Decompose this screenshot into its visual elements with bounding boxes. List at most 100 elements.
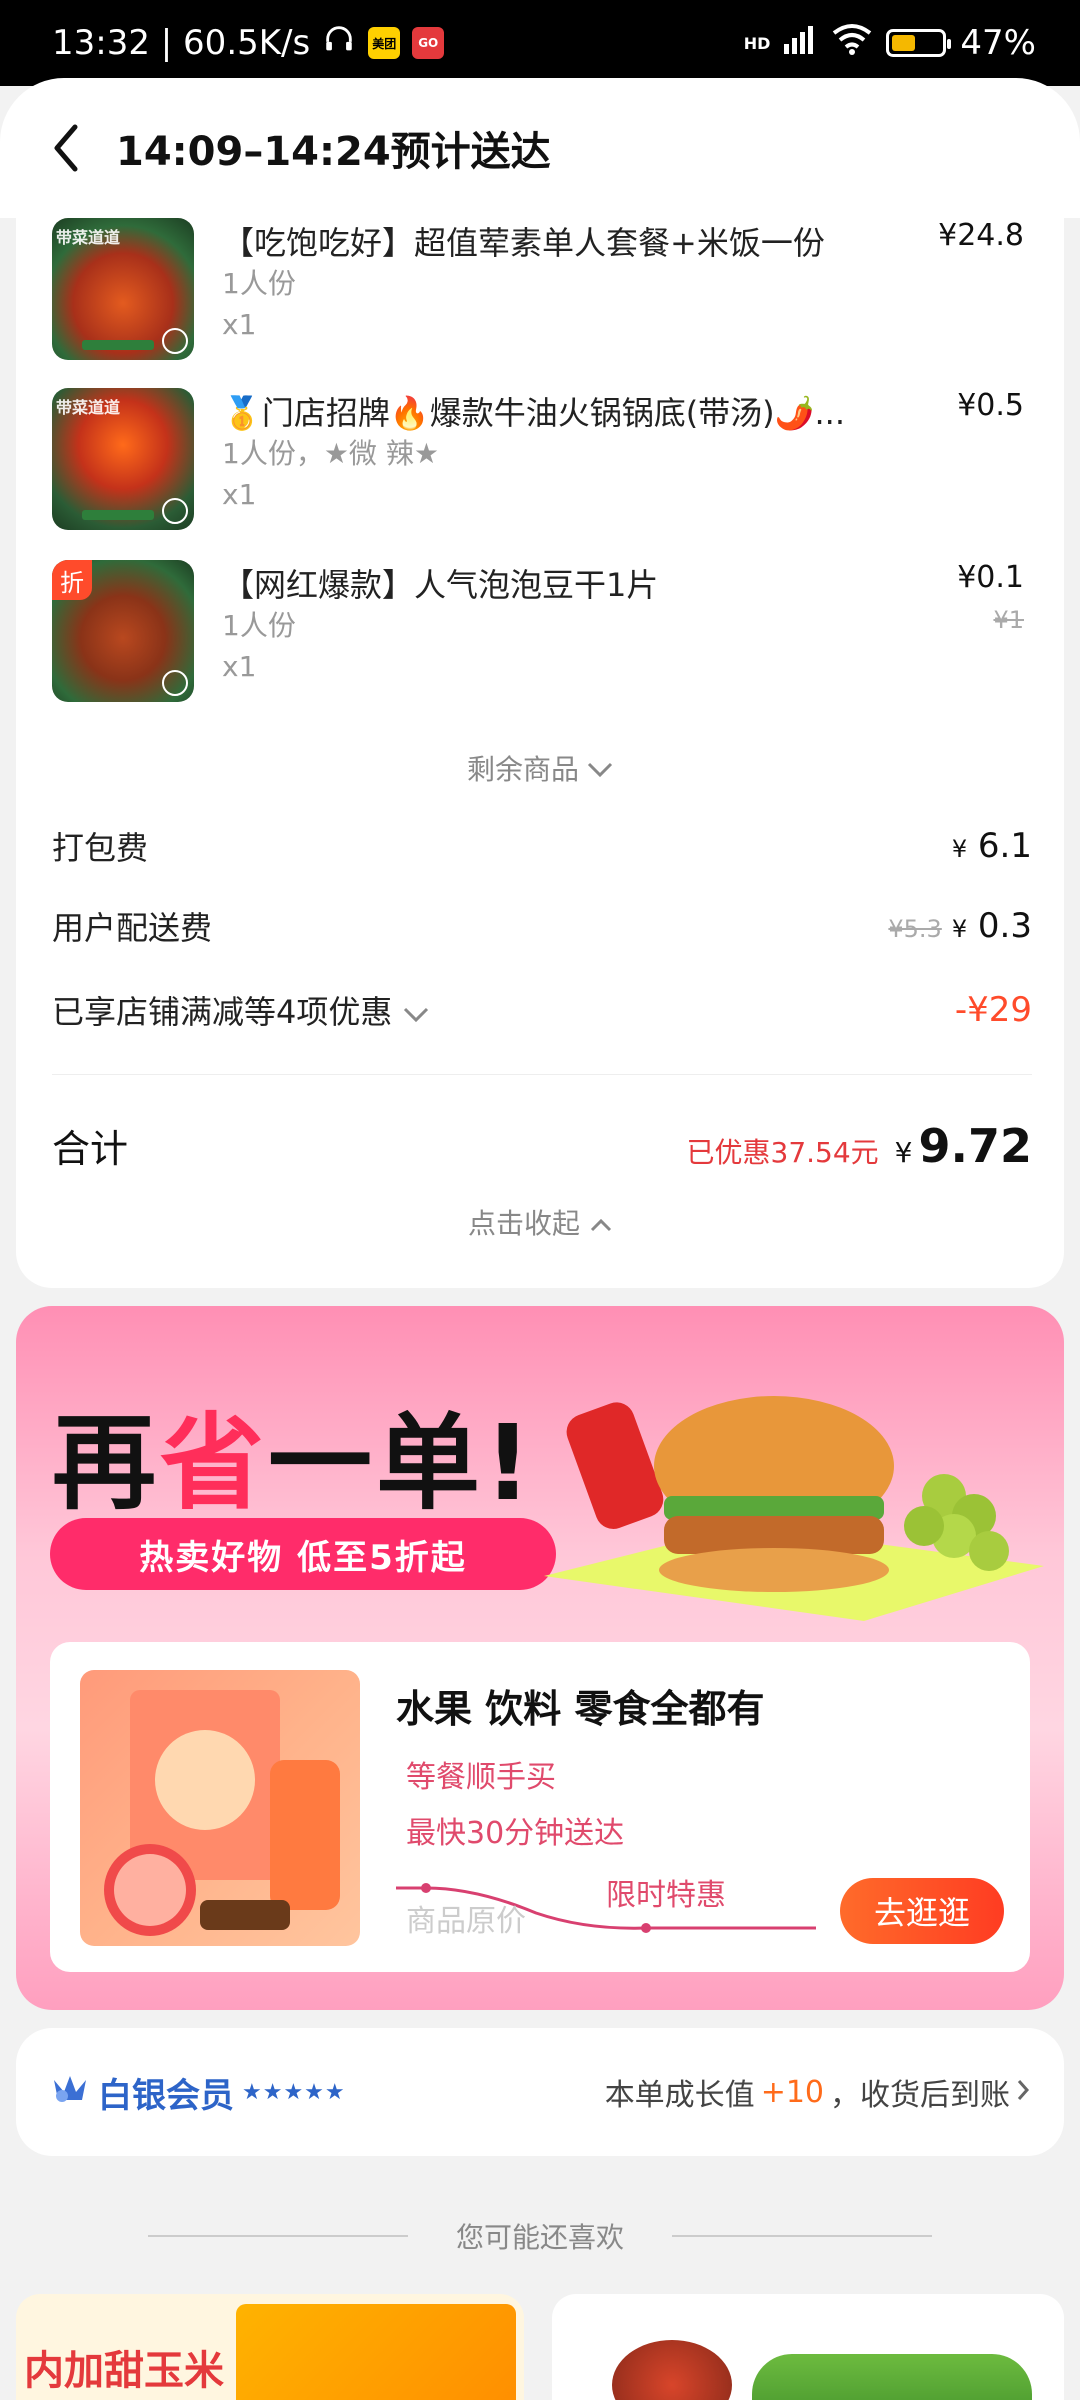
item-price: ¥0.5	[957, 388, 1024, 423]
divider	[147, 2235, 408, 2237]
item-name: 【吃饱吃好】超值荤素单人套餐+米饭一份	[222, 224, 825, 262]
chevron-right-icon	[1016, 2075, 1030, 2110]
thumb-logo	[162, 670, 188, 696]
item-price: ¥0.1	[957, 560, 1024, 595]
promo-banner[interactable]: 再省一单! 热卖好物 低至5折起 水果 饮料 零食全都有 等餐顺手买 最快30分…	[16, 1306, 1064, 2010]
recommendation-card-image	[752, 2354, 1032, 2400]
order-detail-card: 带菜道道 【吃饱吃好】超值荤素单人套餐+米饭一份 1人份 x1 ¥24.8 带菜…	[16, 218, 1064, 1288]
thumb-logo	[162, 328, 188, 354]
item-name: 🥇门店招牌🔥爆款牛油火锅锅底(带汤)🌶️...	[222, 394, 846, 432]
packing-fee-amount: 6.1	[977, 826, 1032, 866]
remaining-items-toggle[interactable]: 剩余商品	[16, 748, 1064, 788]
promo-title-pre: 再	[52, 1402, 161, 1524]
burger-drink-illustration	[544, 1396, 1044, 1621]
item-spec: 1人份，★微 辣★	[222, 437, 439, 470]
headphone-icon	[322, 22, 356, 65]
item-price: ¥24.8	[938, 218, 1024, 253]
recommendation-card[interactable]: 内加甜玉米	[16, 2294, 524, 2400]
thumb-tag: 带菜道道	[56, 228, 121, 247]
discount-row[interactable]: 已享店铺满减等4项优惠 -¥29	[52, 986, 1032, 1034]
meituan-app-icon: 美团	[368, 27, 401, 59]
order-item[interactable]: 带菜道道 【吃饱吃好】超值荤素单人套餐+米饭一份 1人份 x1 ¥24.8	[52, 218, 1032, 363]
growth-prefix: 本单成长值	[604, 2078, 755, 2113]
member-left: 白银会员 ★★★★★	[50, 2068, 346, 2117]
total-amount-value: 9.72	[918, 1118, 1033, 1173]
member-level: 白银会员	[98, 2075, 234, 2116]
signal-icon	[784, 23, 818, 63]
status-right: HD 47%	[744, 23, 1036, 64]
packing-fee-label: 打包费	[52, 829, 149, 867]
delivery-eta-title: 14:09–14:24预计送达	[116, 129, 551, 175]
membership-bar[interactable]: 白银会员 ★★★★★ 本单成长值 +10 ，收货后到账	[16, 2028, 1064, 2156]
total-amount: ¥9.72	[894, 1118, 1033, 1173]
divider	[672, 2235, 932, 2237]
item-spec: 1人份	[222, 609, 296, 642]
discount-tag: 折	[52, 560, 92, 600]
snacks-product-image	[80, 1670, 360, 1946]
go-app-icon: GO	[412, 27, 445, 59]
item-qty: x1	[222, 308, 257, 341]
promo-heading: 水果 饮料 零食全都有	[396, 1687, 765, 1731]
hd-label: HD	[743, 33, 771, 53]
packing-fee-value: ¥ 6.1	[951, 826, 1032, 866]
browse-button[interactable]: 去逛逛	[840, 1878, 1004, 1944]
item-thumbnail: 带菜道道	[52, 388, 194, 530]
discount-value: -¥29	[954, 990, 1032, 1030]
thumb-logo	[162, 498, 188, 524]
order-item[interactable]: 折 【网红爆款】人气泡泡豆干1片 1人份 x1 ¥0.1 ¥1	[52, 560, 1032, 705]
divider	[52, 1074, 1032, 1075]
promo-title: 再省一单!	[52, 1378, 535, 1529]
promo-title-highlight: 省	[160, 1402, 269, 1524]
header-bar: 14:09–14:24预计送达	[0, 78, 1080, 218]
delivery-fee-value: ¥5.3 ¥ 0.3	[888, 906, 1032, 946]
limited-deal-label: 限时特惠	[606, 1878, 726, 1913]
thumb-bar	[82, 340, 154, 350]
chevron-down-icon	[403, 993, 429, 1031]
back-arrow-icon[interactable]	[44, 118, 88, 178]
total-saved: 已优惠37.54元	[686, 1135, 879, 1169]
status-left: 13:32 | 60.5K/s 美团 GO	[52, 22, 445, 65]
item-qty: x1	[222, 478, 257, 511]
discount-label: 已享店铺满减等4项优惠	[52, 987, 429, 1033]
discount-label-text: 已享店铺满减等4项优惠	[52, 993, 393, 1031]
promo-sub1: 等餐顺手买	[406, 1760, 556, 1795]
promo-inner-card: 水果 饮料 零食全都有 等餐顺手买 最快30分钟送达 商品原价 限时特惠 去逛逛	[50, 1642, 1030, 1972]
order-item[interactable]: 带菜道道 🥇门店招牌🔥爆款牛油火锅锅底(带汤)🌶️... 1人份，★微 辣★ x…	[52, 388, 1032, 533]
battery-percent: 47%	[960, 23, 1036, 63]
recommendation-card-image	[236, 2304, 516, 2400]
item-qty: x1	[222, 650, 257, 683]
remaining-items-label: 剩余商品	[466, 753, 579, 786]
item-thumbnail: 折	[52, 560, 194, 702]
recommendation-card-image	[612, 2340, 732, 2400]
member-badge-icon	[50, 2072, 90, 2112]
delivery-fee-original: ¥5.3	[888, 915, 942, 943]
time-speed: 13:32 | 60.5K/s	[52, 23, 311, 63]
item-original-price: ¥1	[993, 606, 1024, 634]
delivery-fee-amount: 0.3	[977, 906, 1032, 946]
growth-value: +10	[760, 2074, 824, 2110]
wifi-icon	[832, 23, 872, 64]
item-spec: 1人份	[222, 267, 296, 300]
total-right: 已优惠37.54元 ¥9.72	[687, 1119, 1033, 1173]
total-row: 合计 已优惠37.54元 ¥9.72	[52, 1118, 1032, 1173]
total-label: 合计	[52, 1127, 129, 1171]
growth-suffix: ，收货后到账	[830, 2078, 1010, 2113]
recommendation-card-title: 内加甜玉米	[24, 2348, 224, 2394]
item-thumbnail: 带菜道道	[52, 218, 194, 360]
delivery-fee-row: 用户配送费 ¥5.3 ¥ 0.3	[52, 902, 1032, 950]
collapse-toggle[interactable]: 点击收起	[16, 1202, 1064, 1242]
promo-pill: 热卖好物 低至5折起	[50, 1518, 556, 1590]
thumb-bar	[82, 510, 154, 520]
thumb-tag: 带菜道道	[56, 398, 121, 417]
original-price-label: 商品原价	[406, 1904, 526, 1939]
promo-sub2: 最快30分钟送达	[406, 1816, 625, 1851]
status-bar: 13:32 | 60.5K/s 美团 GO HD 47%	[0, 0, 1080, 86]
recommendation-card[interactable]	[552, 2294, 1064, 2400]
battery-icon	[886, 29, 952, 57]
delivery-fee-label: 用户配送费	[52, 909, 213, 947]
collapse-label: 点击收起	[467, 1207, 580, 1240]
recommendation-label: 您可能还喜欢	[455, 2221, 624, 2254]
promo-title-post: 一单!	[268, 1402, 536, 1524]
item-name: 【网红爆款】人气泡泡豆干1片	[222, 566, 659, 604]
packing-fee-row: 打包费 ¥ 6.1	[52, 822, 1032, 870]
